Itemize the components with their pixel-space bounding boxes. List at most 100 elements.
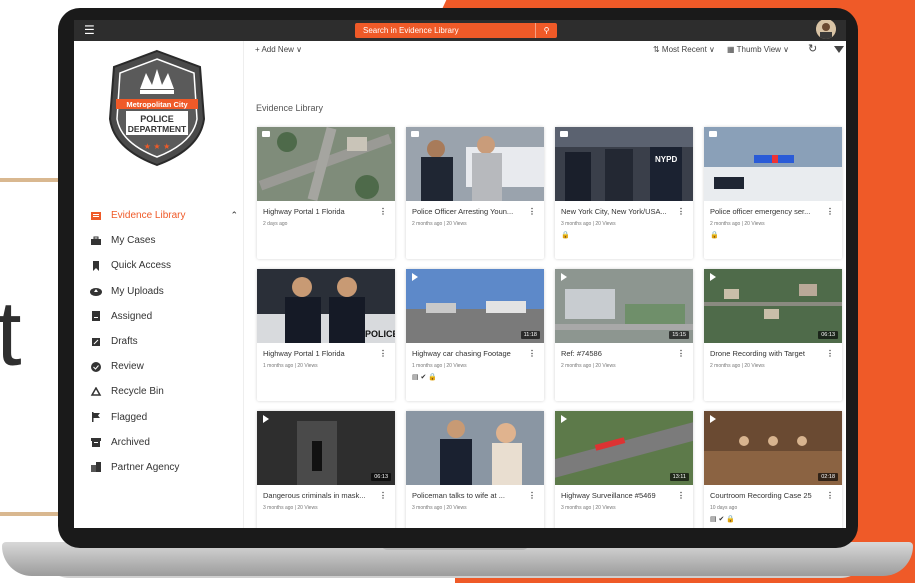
sidebar-nav: Evidence Library ⌃ My Cases Quick Access My … [90,203,240,480]
evidence-thumbnail[interactable]: 02:18 [704,411,842,485]
evidence-card[interactable]: POLICE Highway Portal 1 Florida ⋮ 1 months … [257,269,395,401]
evidence-card[interactable]: Highway Portal 1 Florida ⋮ 2 days ago [257,127,395,259]
card-title[interactable]: Highway Portal 1 Florida [263,349,375,358]
more-options-icon[interactable]: ⋮ [528,491,536,500]
more-options-icon[interactable]: ⋮ [379,491,387,500]
evidence-thumbnail[interactable] [406,411,544,485]
check-circle-icon [90,361,102,372]
sidebar-item-quick-access[interactable]: Quick Access [90,253,240,278]
sort-dropdown[interactable]: ⇅ Most Recent ∨ [653,45,715,54]
add-new-button[interactable]: + Add New ∨ [255,45,302,54]
more-options-icon[interactable]: ⋮ [826,491,834,500]
sidebar-item-flagged[interactable]: Flagged [90,405,240,430]
sidebar-item-label: Evidence Library [111,210,186,222]
more-options-icon[interactable]: ⋮ [379,349,387,358]
logo-line3: DEPARTMENT [128,124,187,134]
evidence-thumbnail[interactable]: 13:11 [555,411,693,485]
sidebar-item-recycle-bin[interactable]: Recycle Bin [90,379,240,404]
card-title[interactable]: Dangerous criminals in mask... [263,491,375,500]
sidebar-item-label: Partner Agency [111,461,180,473]
more-options-icon[interactable]: ⋮ [677,349,685,358]
card-title[interactable]: New York City, New York/USA... [561,207,673,216]
logo-line2: POLICE [140,114,174,124]
sidebar-item-label: My Uploads [111,285,164,297]
card-title[interactable]: Highway Portal 1 Florida [263,207,375,216]
evidence-thumbnail[interactable] [406,127,544,201]
card-title[interactable]: Drone Recording with Target [710,349,822,358]
sidebar-item-my-cases[interactable]: My Cases [90,228,240,253]
more-options-icon[interactable]: ⋮ [528,349,536,358]
sidebar-item-partner-agency[interactable]: Partner Agency [90,455,240,480]
view-dropdown[interactable]: ▦ Thumb View ∨ [727,45,789,54]
bookmark-icon [90,260,102,271]
card-meta: 2 months ago | 20 Views [710,221,765,227]
search-icon[interactable]: ⚲ [535,23,557,38]
archive-icon [90,437,102,448]
main-content: + Add New ∨ ⇅ Most Recent ∨ ▦ Thumb View… [245,41,846,528]
case-icon [709,131,717,137]
hamburger-icon[interactable]: ☰ [84,24,95,36]
page-title: Evidence Library [256,103,324,113]
evidence-thumbnail[interactable] [704,127,842,201]
hero-letter: t [0,283,22,385]
evidence-card[interactable]: NYPD New York City, New York/USA... ⋮ 3 mon… [555,127,693,259]
assigned-icon [90,311,102,322]
chevron-up-icon[interactable]: ⌃ [230,210,238,221]
card-title[interactable]: Courtroom Recording Case 25 [710,491,822,500]
evidence-card[interactable]: 06:13 Dangerous criminals in mask... ⋮ 3 mo… [257,411,395,528]
card-meta: 3 months ago | 20 Views [412,505,467,511]
more-options-icon[interactable]: ⋮ [826,207,834,216]
more-options-icon[interactable]: ⋮ [677,207,685,216]
evidence-thumbnail[interactable]: POLICE [257,269,395,343]
evidence-card[interactable]: 11:18 Highway car chasing Footage ⋮ 1 month… [406,269,544,401]
card-meta: 2 months ago | 20 Views [710,363,765,369]
evidence-thumbnail[interactable]: 11:18 [406,269,544,343]
play-icon [412,273,418,281]
card-meta: 3 months ago | 20 Views [263,505,318,511]
video-duration: 13:11 [669,473,689,481]
evidence-thumbnail[interactable]: NYPD [555,127,693,201]
evidence-card[interactable]: Policeman talks to wife at ... ⋮ 3 months … [406,411,544,528]
evidence-thumbnail[interactable] [257,127,395,201]
card-meta: 3 months ago | 20 Views [561,221,616,227]
card-title[interactable]: Highway car chasing Footage [412,349,524,358]
video-duration: 15:15 [669,331,689,339]
status-icons: ▤ ✔ 🔒 [412,374,438,381]
search-input[interactable]: Search in Evidence Library ⚲ [355,23,557,38]
evidence-thumbnail[interactable]: 06:13 [704,269,842,343]
evidence-card[interactable]: 13:11 Highway Surveillance #5469 ⋮ 3 months… [555,411,693,528]
sidebar-item-drafts[interactable]: Drafts [90,329,240,354]
filter-icon[interactable] [834,46,844,53]
evidence-card[interactable]: 06:13 Drone Recording with Target ⋮ 2 month… [704,269,842,401]
refresh-icon[interactable]: ↻ [808,42,817,55]
more-options-icon[interactable]: ⋮ [379,207,387,216]
more-options-icon[interactable]: ⋮ [528,207,536,216]
sidebar-item-assigned[interactable]: Assigned [90,304,240,329]
sidebar-item-evidence-library[interactable]: Evidence Library ⌃ [90,203,240,228]
more-options-icon[interactable]: ⋮ [677,491,685,500]
app-screen: ☰ Search in Evidence Library ⚲ Metropoli… [74,20,846,528]
card-title[interactable]: Highway Surveillance #5469 [561,491,673,500]
evidence-card[interactable]: Police Officer Arresting Youn... ⋮ 2 month… [406,127,544,259]
sidebar-item-my-uploads[interactable]: My Uploads [90,279,240,304]
card-title[interactable]: Ref: #74586 [561,349,673,358]
evidence-thumbnail[interactable]: 06:13 [257,411,395,485]
evidence-thumbnail[interactable]: 15:15 [555,269,693,343]
card-title[interactable]: Policeman talks to wife at ... [412,491,524,500]
evidence-card[interactable]: 02:18 Courtroom Recording Case 25 ⋮ 10 days… [704,411,842,528]
sidebar-item-review[interactable]: Review [90,354,240,379]
card-title[interactable]: Police Officer Arresting Youn... [412,207,524,216]
card-title[interactable]: Police officer emergency ser... [710,207,822,216]
more-options-icon[interactable]: ⋮ [826,349,834,358]
avatar[interactable] [816,20,836,39]
svg-text:POLICE: POLICE [365,329,395,339]
svg-text:NYPD: NYPD [655,155,677,164]
sidebar-item-label: Archived [111,436,150,448]
case-icon [411,131,419,137]
sidebar-item-archived[interactable]: Archived [90,430,240,455]
sidebar-item-label: Flagged [111,411,148,423]
evidence-card[interactable]: Police officer emergency ser... ⋮ 2 months… [704,127,842,259]
video-duration: 11:18 [520,331,540,339]
card-meta: 3 months ago | 20 Views [561,505,616,511]
evidence-card[interactable]: 15:15 Ref: #74586 ⋮ 2 months ago | 20 Views [555,269,693,401]
